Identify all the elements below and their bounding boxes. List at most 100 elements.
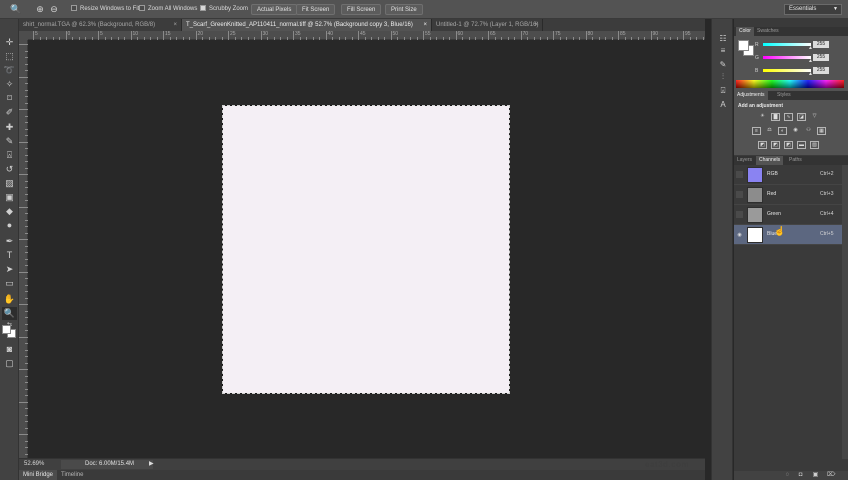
properties-panel-icon[interactable]: ≡ [716,45,730,57]
hand-tool-icon[interactable]: ✋ [2,293,17,306]
color-balance-icon[interactable]: ⚖ [765,127,774,135]
tab-channels[interactable]: Channels [756,156,784,165]
red-value-field[interactable]: 255 [813,41,829,48]
canvas-area[interactable] [28,40,705,458]
channel-mixer-icon[interactable]: ⚇ [804,127,813,135]
channels-scrollbar[interactable] [842,165,848,459]
scrubby-zoom-checkbox[interactable]: Scrubby Zoom [200,4,248,15]
shape-tool-icon[interactable]: ▭ [2,277,17,290]
resize-windows-checkbox[interactable]: Resize Windows to Fit [71,4,139,15]
zoom-in-icon[interactable]: ⊕ [34,3,46,15]
healing-brush-tool-icon[interactable]: ✚ [2,121,17,134]
document-canvas[interactable] [222,105,510,394]
new-channel-icon[interactable]: ▣ [812,472,819,479]
marquee-tool-icon[interactable]: ⬚ [2,50,17,63]
quick-mask-icon[interactable]: ◙ [2,343,17,356]
hue-saturation-icon[interactable]: ≡ [752,127,761,135]
tab-mini-bridge[interactable]: Mini Bridge [19,470,58,480]
close-icon[interactable]: × [173,19,177,31]
channel-thumbnail [747,207,763,223]
gradient-tool-icon[interactable]: ▣ [2,191,17,204]
save-selection-icon[interactable]: ◘ [797,472,804,479]
pen-tool-icon[interactable]: ✒ [2,235,17,248]
history-panel-icon[interactable]: ☷ [716,33,730,45]
visibility-eye-icon[interactable] [736,191,743,198]
ruler-origin[interactable] [19,31,28,40]
blue-slider[interactable] [763,69,811,72]
tab-layers[interactable]: Layers [734,156,755,165]
horizontal-ruler[interactable]: 5 0 5 10 15 20 25 30 35 40 45 50 55 60 65 70 75 80 85 90 95 [28,31,705,40]
screen-mode-icon[interactable]: ▢ [2,357,17,370]
blur-tool-icon[interactable]: ◆ [2,205,17,218]
black-white-icon[interactable]: ◐ [778,127,787,135]
tab-scarf-normal[interactable]: T_Scarf_GreenKnitted_AP110411_normal.tif… [182,19,432,31]
photo-filter-icon[interactable]: ◉ [791,127,800,135]
gradient-map-icon[interactable]: ▬ [797,141,806,149]
zoom-level-field[interactable]: 52.69% [24,461,44,467]
posterize-icon[interactable]: ◩ [771,141,780,149]
print-size-button[interactable]: Print Size [385,4,423,15]
zoom-tool-preset-icon[interactable]: 🔍 [10,3,22,15]
load-selection-icon[interactable]: ◌ [784,472,791,479]
quick-select-tool-icon[interactable]: ✧ [2,78,17,91]
channel-shortcut: Ctrl+4 [820,211,834,217]
tab-swatches[interactable]: Swatches [754,27,782,36]
tab-paths[interactable]: Paths [786,156,805,165]
channel-row-blue[interactable]: ◉ Blue Ctrl+5 [734,225,842,245]
visibility-eye-icon[interactable] [736,171,743,178]
threshold-icon[interactable]: ◩ [784,141,793,149]
channel-row-rgb[interactable]: RGB Ctrl+2 [734,165,842,185]
status-menu-arrow-icon[interactable]: ▶ [149,460,154,467]
close-icon[interactable]: × [423,19,427,31]
zoom-out-icon[interactable]: ⊖ [48,3,60,15]
green-slider[interactable] [763,56,811,59]
channel-row-green[interactable]: Green Ctrl+4 [734,205,842,225]
workspace-switcher[interactable]: Essentials ▼ [784,4,842,15]
channel-row-red[interactable]: Red Ctrl+3 [734,185,842,205]
tab-color[interactable]: Color [736,27,754,36]
dodge-tool-icon[interactable]: ● [2,219,17,232]
tab-shirt-normal[interactable]: shirt_normal.TGA @ 62.3% (Background, RG… [19,19,182,31]
visibility-eye-icon[interactable]: ◉ [736,231,743,238]
history-brush-tool-icon[interactable]: ↺ [2,163,17,176]
character-panel-icon[interactable]: A [716,99,730,111]
crop-tool-icon[interactable]: ⌑ [2,92,17,105]
brush-presets-icon[interactable]: ⫶ [716,71,730,83]
zoom-all-windows-checkbox[interactable]: Zoom All Windows [139,4,197,15]
tab-styles[interactable]: Styles [774,91,794,100]
actual-pixels-button[interactable]: Actual Pixels [251,4,298,15]
type-tool-icon[interactable]: T [2,249,17,262]
close-icon[interactable]: × [534,19,538,31]
fit-screen-button[interactable]: Fit Screen [296,4,336,15]
invert-icon[interactable]: ◩ [758,141,767,149]
lasso-tool-icon[interactable]: ➰ [2,64,17,77]
color-lookup-icon[interactable]: ▦ [817,127,826,135]
green-value-field[interactable]: 255 [813,54,829,61]
brush-panel-icon[interactable]: ✎ [716,59,730,71]
tab-timeline[interactable]: Timeline [57,470,87,480]
brightness-contrast-icon[interactable]: ☀ [758,113,767,121]
fill-screen-button[interactable]: Fill Screen [341,4,382,15]
exposure-icon[interactable]: ◪ [797,113,806,121]
path-select-tool-icon[interactable]: ➤ [2,263,17,276]
blue-value-field[interactable]: 255 [813,67,829,74]
foreground-color-swatch[interactable] [738,40,749,51]
tab-adjustments[interactable]: Adjustments [734,91,768,100]
clone-source-icon[interactable]: ⍓ [716,85,730,97]
visibility-eye-icon[interactable] [736,211,743,218]
eyedropper-tool-icon[interactable]: ✐ [2,106,17,119]
eraser-tool-icon[interactable]: ▨ [2,177,17,190]
red-slider[interactable] [763,43,811,46]
selective-color-icon[interactable]: ▧ [810,141,819,149]
foreground-color-swatch[interactable] [2,325,11,334]
move-tool-icon[interactable]: ✛ [2,36,17,49]
panel-dock: ☷ ≡ ✎ ⫶ ⍓ A [711,19,733,480]
brush-tool-icon[interactable]: ✎ [2,135,17,148]
vertical-ruler[interactable] [19,40,28,458]
curves-icon[interactable]: ∿ [784,113,793,121]
levels-icon[interactable]: ▇ [771,113,780,121]
delete-channel-icon[interactable]: ⌦ [827,472,835,479]
tab-untitled-1[interactable]: Untitled-1 @ 72.7% (Layer 1, RGB/16) × [432,19,543,31]
clone-stamp-tool-icon[interactable]: ⍓ [2,149,17,162]
vibrance-icon[interactable]: ▽ [810,113,819,121]
